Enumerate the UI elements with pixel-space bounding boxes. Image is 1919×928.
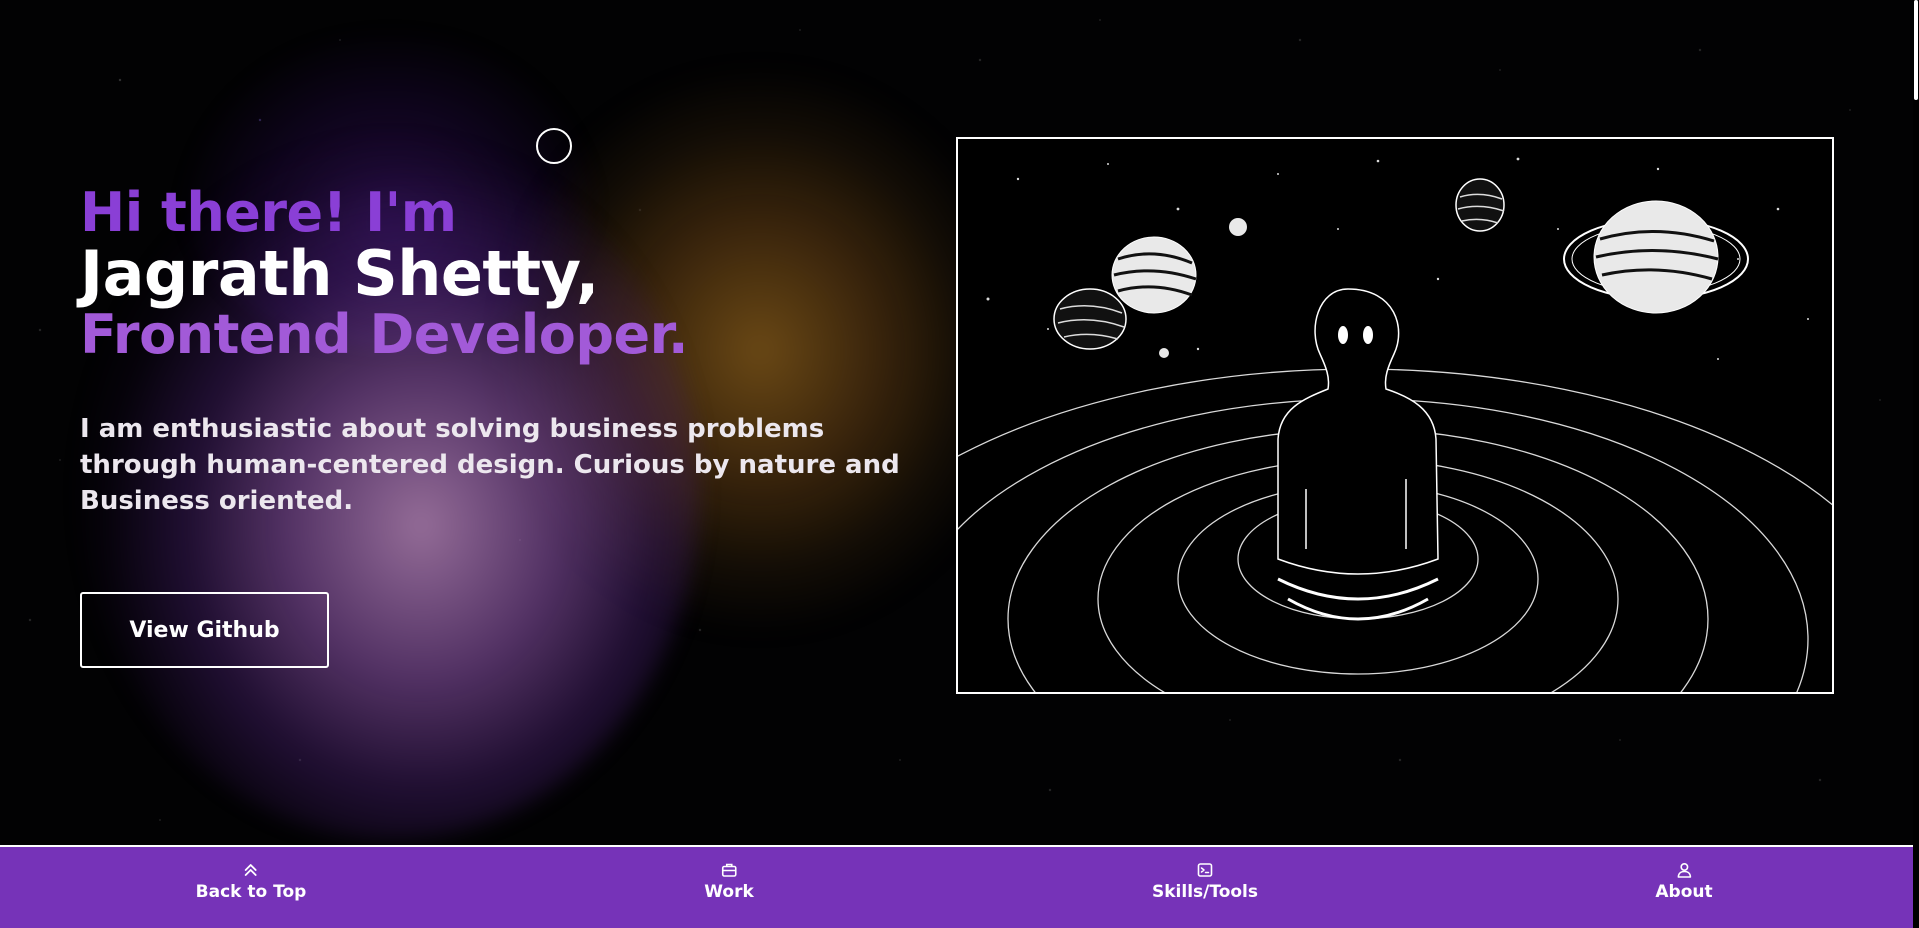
hero-greeting: Hi there! I'm	[80, 181, 457, 244]
nav-work-label: Work	[704, 882, 754, 902]
nav-skills-tools-label: Skills/Tools	[1151, 882, 1259, 902]
portfolio-page: Hi there! I'm Jagrath Shetty, Frontend D…	[0, 0, 1919, 928]
hero-headline: Hi there! I'm Jagrath Shetty, Frontend D…	[80, 182, 900, 365]
illustration-artwork	[958, 139, 1832, 692]
hero-tagline: I am enthusiastic about solving business…	[80, 414, 900, 516]
briefcase-icon	[721, 863, 737, 877]
chevrons-up-icon	[245, 864, 257, 876]
nav-back-to-top-label: Back to Top	[195, 882, 307, 902]
nav-about[interactable]: About	[1655, 861, 1713, 902]
nav-skills-tools[interactable]: Skills/Tools	[1152, 861, 1258, 902]
page-scrollbar[interactable]	[1913, 0, 1919, 928]
nav-work[interactable]: Work	[704, 861, 754, 902]
hero-role: Frontend Developer.	[80, 303, 689, 366]
hero-name: Jagrath Shetty,	[80, 237, 599, 310]
view-github-button[interactable]: View Github	[80, 592, 329, 668]
user-icon	[1677, 862, 1691, 878]
nav-back-to-top[interactable]: Back to Top	[195, 861, 307, 902]
hero-section: Hi there! I'm Jagrath Shetty, Frontend D…	[80, 182, 900, 519]
astronaut-in-space-illustration	[956, 137, 1834, 694]
nav-about-label: About	[1655, 882, 1713, 902]
bottom-navigation: Back to Top Work Skills/Tools About	[0, 845, 1913, 928]
custom-cursor-ring	[536, 128, 572, 164]
scrollbar-thumb[interactable]	[1914, 0, 1918, 100]
terminal-icon	[1197, 863, 1213, 877]
